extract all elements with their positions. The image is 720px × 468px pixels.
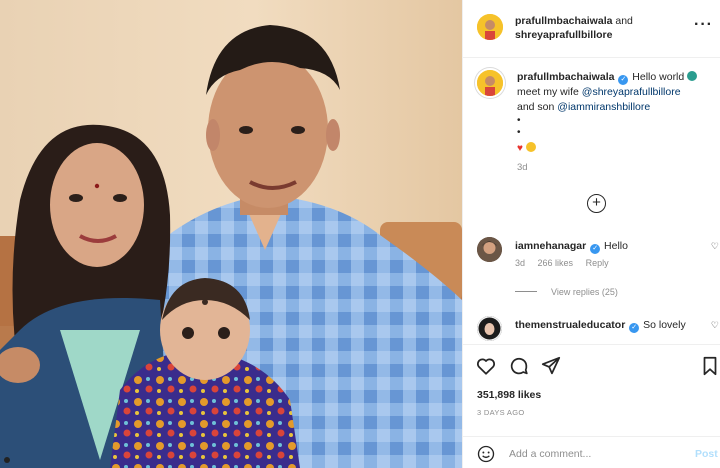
- avatar-image: [477, 316, 502, 341]
- header-avatar[interactable]: [477, 14, 503, 40]
- caption-age: 3d: [517, 162, 528, 173]
- view-replies-label: View replies (25): [551, 287, 618, 297]
- caption-line3: and son: [517, 101, 555, 113]
- comment-text: iamnehanagar ✓ Hello: [515, 239, 703, 254]
- caption-emojis: ♥: [517, 141, 713, 156]
- comment-like-heart-icon[interactable]: ♡: [711, 320, 719, 331]
- post-header: prafullmbachaiwala and shreyaprafullbill…: [463, 0, 720, 58]
- more-icon[interactable]: ···: [694, 16, 713, 34]
- comment-bubble-icon[interactable]: [508, 355, 530, 377]
- heart-emoji-icon: ♥: [517, 143, 523, 154]
- verified-badge-icon: ✓: [618, 75, 629, 85]
- share-paper-plane-icon[interactable]: [540, 355, 562, 377]
- avatar-image: [477, 70, 503, 96]
- caption-text: prafullmbachaiwala ✓ Hello world meet my…: [517, 70, 713, 175]
- comment-likes[interactable]: 266 likes: [538, 258, 574, 268]
- like-heart-icon[interactable]: [475, 355, 497, 377]
- comment-avatar[interactable]: [477, 237, 502, 262]
- view-replies-link[interactable]: View replies (25): [515, 287, 618, 297]
- caption-dot-2: •: [517, 127, 521, 138]
- mention-wife[interactable]: @shreyaprafullbillore: [582, 86, 681, 98]
- comment-body: Hello: [604, 240, 628, 252]
- post-photo[interactable]: [0, 0, 462, 468]
- caption-line2: meet my wife: [517, 86, 579, 98]
- comment-age: 3d: [515, 258, 526, 268]
- caption-line1: Hello world: [632, 71, 685, 83]
- globe-emoji-icon: [687, 71, 698, 81]
- smiling-face-emoji-icon: [525, 142, 536, 152]
- load-more-comments-icon[interactable]: +: [587, 194, 606, 213]
- post-time-ago: 3 DAYS AGO: [477, 408, 525, 417]
- avatar-image: [477, 14, 503, 40]
- replies-divider: [515, 291, 537, 292]
- comment-meta: 3d 266 likes Reply: [515, 258, 619, 268]
- likes-count[interactable]: 351,898 likes: [477, 389, 541, 401]
- post-button[interactable]: Post: [695, 448, 718, 460]
- caption-avatar[interactable]: [475, 68, 505, 98]
- caption-dot-1: •: [517, 115, 521, 126]
- header-user2[interactable]: shreyaprafullbillore: [515, 29, 612, 41]
- comment-like-heart-icon[interactable]: ♡: [711, 241, 719, 252]
- header-and: and: [615, 15, 633, 27]
- comment-text: themenstrualeducator ✓ So lovely: [515, 318, 703, 333]
- comment-username[interactable]: themenstrualeducator: [515, 319, 625, 331]
- header-usernames: prafullmbachaiwala and shreyaprafullbill…: [515, 14, 633, 42]
- emoji-smile-icon[interactable]: [477, 445, 495, 463]
- reply-button[interactable]: Reply: [586, 258, 609, 268]
- avatar-image: [477, 237, 502, 262]
- comment-username[interactable]: iamnehanagar: [515, 240, 586, 252]
- verified-badge-icon: ✓: [590, 244, 601, 254]
- add-comment-bar: Add a comment... Post: [463, 436, 720, 468]
- post-details-panel: prafullmbachaiwala and shreyaprafullbill…: [462, 0, 720, 468]
- comment-avatar[interactable]: [477, 316, 502, 341]
- family-photo-image: [0, 0, 462, 468]
- add-comment-input[interactable]: Add a comment...: [509, 448, 591, 460]
- header-user1[interactable]: prafullmbachaiwala: [515, 15, 612, 27]
- save-bookmark-icon[interactable]: [699, 355, 720, 377]
- caption-username[interactable]: prafullmbachaiwala: [517, 71, 614, 83]
- mention-son[interactable]: @iammiranshbillore: [557, 101, 650, 113]
- comment-body: So lovely: [643, 319, 686, 331]
- verified-badge-icon: ✓: [629, 323, 640, 333]
